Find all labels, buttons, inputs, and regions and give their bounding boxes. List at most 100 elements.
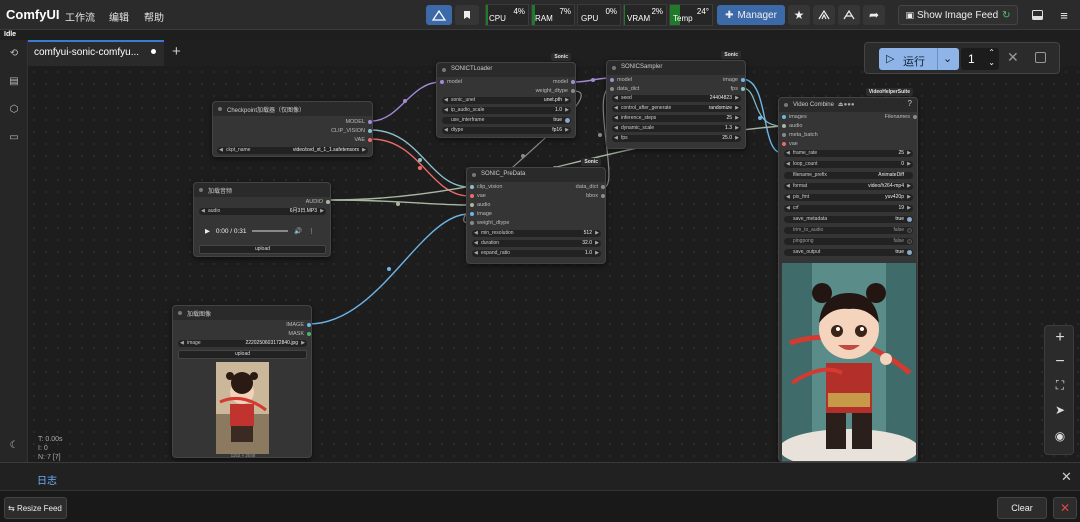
cube-icon[interactable]: ⬡ xyxy=(8,104,20,116)
clear-button[interactable]: Clear xyxy=(997,497,1047,519)
pix-fmt-combo[interactable]: ◀ pix_fmt yuv420p ▶ xyxy=(784,194,913,201)
dtype-combo[interactable]: ◀ dtype fp16 ▶ xyxy=(442,127,571,134)
bookmark-button[interactable] xyxy=(455,5,479,25)
output-bbox[interactable]: bbox xyxy=(586,193,605,199)
menu-workflow[interactable]: 工作流 xyxy=(65,9,95,24)
panel-toggle-button[interactable] xyxy=(1027,5,1047,25)
workflow-tab[interactable]: comfyui-sonic-comfyu... xyxy=(28,40,164,66)
moon-icon[interactable]: ☾ xyxy=(8,440,20,452)
zoom-out-icon[interactable]: − xyxy=(1045,353,1075,371)
input-vae[interactable]: vae xyxy=(782,141,798,147)
eye-icon[interactable]: ◉ xyxy=(1045,429,1075,443)
filename-prefix-input[interactable]: filename_prefix AnimateDiff xyxy=(784,172,913,179)
format-combo[interactable]: ◀ format video/h264-mp4 ▶ xyxy=(784,183,913,190)
load-audio-node[interactable]: 加载音频 AUDIO ◀ audio 6月3日.MP3 ▶ ▶ 0:00 / 0:31… xyxy=(193,182,331,257)
image-upload-button[interactable]: upload xyxy=(178,350,307,359)
image-file-combo[interactable]: ◀ image 2220250603172840.jpg ▶ xyxy=(178,340,307,347)
input-data-dict[interactable]: data_dict xyxy=(610,86,639,92)
audio-upload-button[interactable]: upload xyxy=(199,245,326,254)
sonic-sampler-node[interactable]: Sonic SONICSampler model data_dict image… xyxy=(606,51,746,149)
expand-ratio-number[interactable]: ◀ expand_ratio 1.0 ▶ xyxy=(472,250,601,257)
more-options-icon[interactable]: ⋮ xyxy=(308,228,315,235)
ckpt-name-combo[interactable]: ◀ ckpt_name video/svd_xt_1_1.safetensors ▶ xyxy=(217,147,368,154)
output-mask[interactable]: MASK xyxy=(288,331,311,337)
input-audio[interactable]: audio xyxy=(782,123,802,129)
menu-help[interactable]: 帮助 xyxy=(144,9,164,24)
queue-count-input[interactable]: 1 ⌃ ⌄ xyxy=(961,48,999,70)
checkpoint-loader-node[interactable]: Checkpoint加载器（仅图像） MODEL CLIP_VISION VAE… xyxy=(212,101,373,157)
stop-icon[interactable] xyxy=(1035,52,1046,63)
output-fps[interactable]: fps xyxy=(731,86,745,92)
output-image[interactable]: IMAGE xyxy=(286,322,311,328)
history-icon[interactable]: ⟲ xyxy=(8,48,20,60)
ip-audio-scale-number[interactable]: ◀ ip_audio_scale 1.0 ▶ xyxy=(442,107,571,114)
min-resolution-number[interactable]: ◀ min_resolution 512 ▶ xyxy=(472,230,601,237)
output-model[interactable]: MODEL xyxy=(345,119,372,125)
arrow-forward-button[interactable]: ➦ xyxy=(863,5,885,25)
input-clip-vision[interactable]: clip_vision xyxy=(470,184,502,190)
output-weight-dtype[interactable]: weight_dtype xyxy=(536,88,575,94)
duration-number[interactable]: ◀ duration 32.0 ▶ xyxy=(472,240,601,247)
load-image-node[interactable]: 加载图像 IMAGE MASK ◀ image 2220250603172840.j… xyxy=(172,305,312,458)
show-image-feed-button[interactable]: ▣ Show Image Feed ↻ xyxy=(898,5,1018,25)
comfy-logo-button[interactable] xyxy=(426,5,452,25)
trim-to-audio-toggle[interactable]: trim_to_audio false xyxy=(784,227,913,234)
sonic-unet-combo[interactable]: ◀ sonic_unet unet.pth ▶ xyxy=(442,97,571,104)
chevron-down-icon[interactable]: ⌄ xyxy=(943,52,952,65)
input-model[interactable]: model xyxy=(610,77,632,83)
control-after-generate-combo[interactable]: ◀ control_after_generate randomize ▶ xyxy=(612,105,741,112)
output-filenames[interactable]: Filenames xyxy=(885,114,917,120)
decrement-icon[interactable]: ⌄ xyxy=(988,58,995,67)
output-audio[interactable]: AUDIO xyxy=(306,199,330,205)
volume-icon[interactable]: 🔊 xyxy=(294,228,302,235)
share-button[interactable] xyxy=(813,5,835,25)
close-feed-button[interactable]: ✕ xyxy=(1053,497,1077,519)
log-tab[interactable]: 日志 xyxy=(37,472,57,487)
run-button[interactable]: ▷ 运行 ⌄ xyxy=(879,48,959,70)
sonic-loader-node[interactable]: Sonic SONICTLoader model model weight_dt… xyxy=(436,53,576,138)
frame-rate-number[interactable]: ◀ frame_rate 25 ▶ xyxy=(784,150,913,157)
save-output-toggle[interactable]: save_output true xyxy=(784,249,913,256)
audio-file-combo[interactable]: ◀ audio 6月3日.MP3 ▶ xyxy=(199,208,326,215)
crf-number[interactable]: ◀ crf 19 ▶ xyxy=(784,205,913,212)
input-vae[interactable]: vae xyxy=(470,193,486,199)
play-icon[interactable]: ▶ xyxy=(205,228,210,235)
fps-number[interactable]: ◀ fps 25.0 ▶ xyxy=(612,135,741,142)
resize-feed-button[interactable]: ⇆ Resize Feed xyxy=(4,497,67,519)
select-mode-icon[interactable]: ➤ xyxy=(1045,403,1075,417)
inference-steps-number[interactable]: ◀ inference_steps 25 ▶ xyxy=(612,115,741,122)
manager-button[interactable]: ✚ Manager xyxy=(717,5,785,25)
output-model[interactable]: model xyxy=(553,79,575,85)
models-button[interactable] xyxy=(838,5,860,25)
save-metadata-toggle[interactable]: save_metadata true xyxy=(784,216,913,223)
star-button[interactable]: ★ xyxy=(788,5,810,25)
add-tab-icon[interactable]: + xyxy=(172,43,181,60)
audio-progress-track[interactable] xyxy=(252,230,289,233)
seed-number[interactable]: ◀ seed 24404823 ▶ xyxy=(612,95,741,102)
menu-edit[interactable]: 编辑 xyxy=(109,9,129,24)
input-images[interactable]: images xyxy=(782,114,807,120)
help-icon[interactable]: ? xyxy=(908,99,912,108)
output-image[interactable]: image xyxy=(723,77,745,83)
cancel-icon[interactable]: ✕ xyxy=(1007,49,1019,66)
output-clip-vision[interactable]: CLIP_VISION xyxy=(331,128,372,134)
input-audio[interactable]: audio xyxy=(470,202,490,208)
loop-count-number[interactable]: ◀ loop_count 0 ▶ xyxy=(784,161,913,168)
input-model[interactable]: model xyxy=(440,79,462,85)
zoom-in-icon[interactable]: + xyxy=(1045,329,1075,347)
increment-icon[interactable]: ⌃ xyxy=(988,48,995,57)
sonic-predata-node[interactable]: Sonic SONIC_PreData clip_vision vae audi… xyxy=(466,158,606,264)
hamburger-menu-button[interactable]: ≡ xyxy=(1053,5,1075,25)
folder-icon[interactable]: ▭ xyxy=(8,132,20,144)
video-combine-node[interactable]: VideoHelperSuite Video Combine ⏏●●● ? ima… xyxy=(778,88,918,462)
output-vae[interactable]: VAE xyxy=(354,137,372,143)
queue-icon[interactable]: ▤ xyxy=(8,76,20,88)
audio-player[interactable]: ▶ 0:00 / 0:31 🔊 ⋮ xyxy=(205,227,315,235)
input-meta-batch[interactable]: meta_batch xyxy=(782,132,818,138)
close-panel-icon[interactable]: ✕ xyxy=(1061,469,1072,485)
input-image[interactable]: image xyxy=(470,211,492,217)
dynamic-scale-number[interactable]: ◀ dynamic_scale 1.3 ▶ xyxy=(612,125,741,132)
input-weight-dtype[interactable]: weight_dtype xyxy=(470,220,509,226)
output-data-dict[interactable]: data_dict xyxy=(576,184,605,190)
pingpong-toggle[interactable]: pingpong false xyxy=(784,238,913,245)
